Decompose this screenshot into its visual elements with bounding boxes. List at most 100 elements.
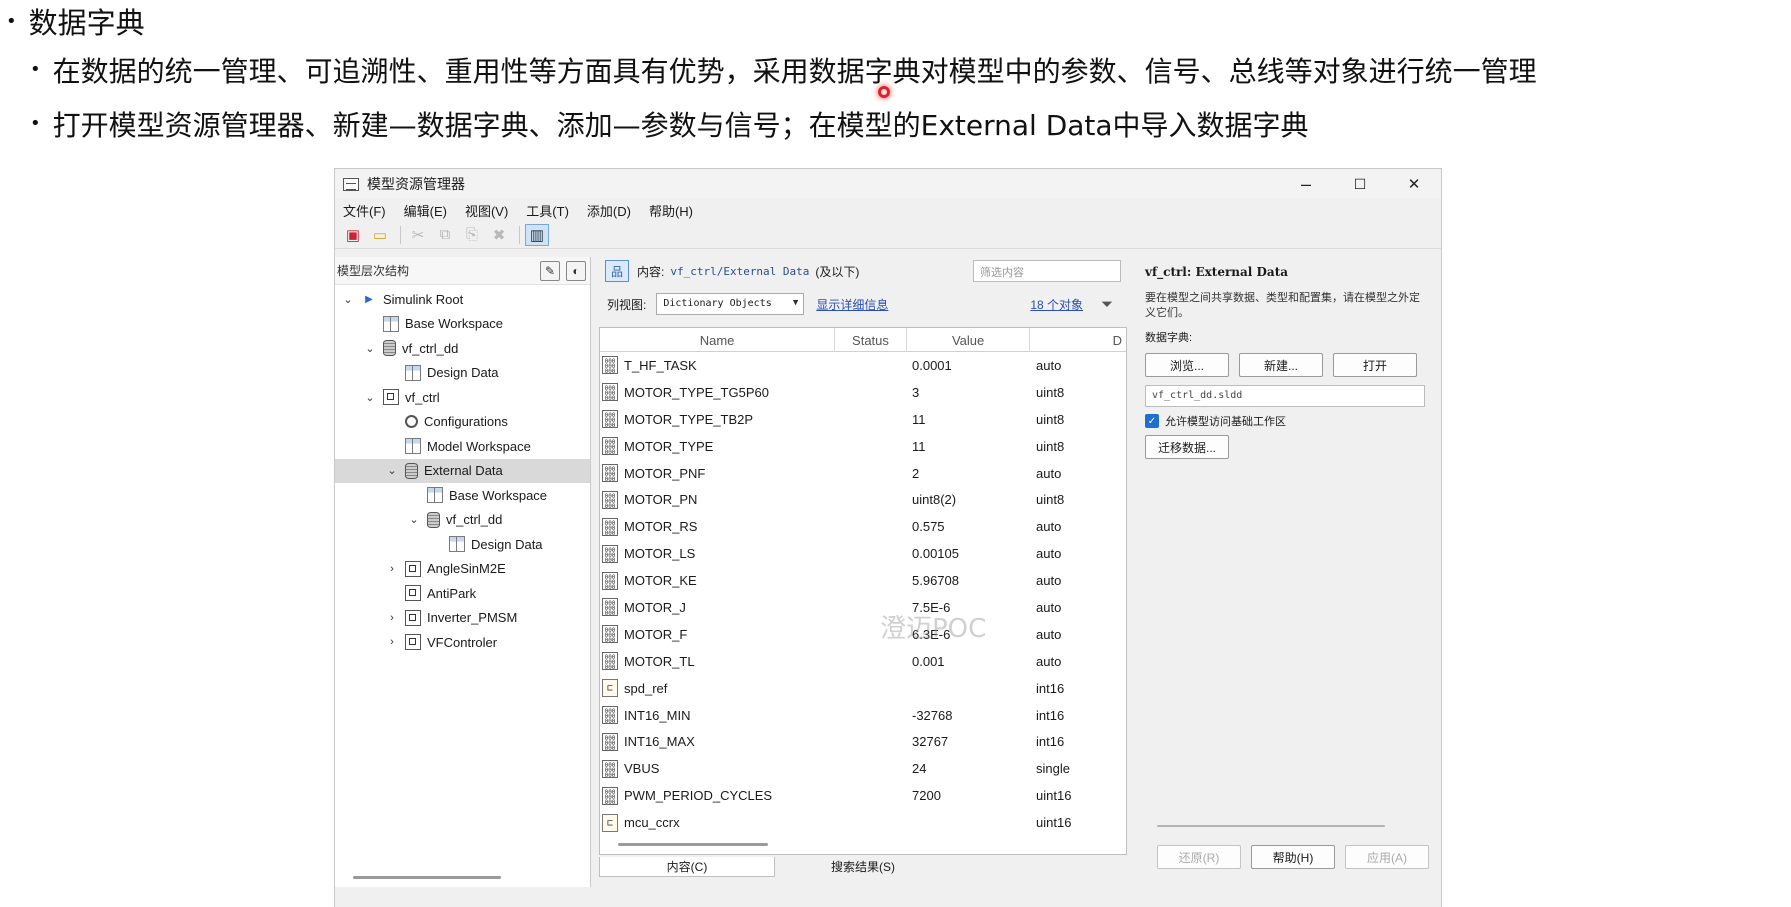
delete-icon[interactable]: ✖: [487, 224, 511, 246]
table-scrollbar[interactable]: [618, 843, 768, 846]
tree-item[interactable]: ⌄ vf_ctrl_dd: [407, 508, 502, 532]
tree-item[interactable]: ⌄ External Data: [335, 458, 590, 483]
table-row[interactable]: 000 000 000 T_HF_TASK 0.0001 auto: [600, 352, 1126, 379]
tree-item[interactable]: ⌄ vf_ctrl_dd: [363, 336, 458, 360]
cell-datatype[interactable]: auto: [1032, 654, 1126, 669]
hierarchy-icon[interactable]: 品: [605, 260, 629, 282]
maximize-button[interactable]: ☐: [1333, 169, 1387, 199]
paste-icon[interactable]: ⎘: [460, 224, 484, 246]
cell-value[interactable]: 2: [908, 466, 1032, 481]
cell-datatype[interactable]: uint8: [1032, 385, 1126, 400]
cell-datatype[interactable]: auto: [1032, 600, 1126, 615]
help-button[interactable]: 帮助(H): [1251, 845, 1335, 869]
tree-item[interactable]: ⌄ vf_ctrl: [363, 385, 440, 409]
table-row[interactable]: 000 000 000 INT16_MIN -32768 int16: [600, 702, 1126, 729]
copy-icon[interactable]: ⧉: [433, 224, 457, 246]
table-row[interactable]: 000 000 000 MOTOR_KE 5.96708 auto: [600, 567, 1126, 594]
cell-datatype[interactable]: auto: [1032, 358, 1126, 373]
cell-datatype[interactable]: auto: [1032, 466, 1126, 481]
new-model-icon[interactable]: ▣: [341, 224, 365, 246]
column-name[interactable]: Name: [600, 328, 836, 352]
cell-value[interactable]: 5.96708: [908, 573, 1032, 588]
table-row[interactable]: 000 000 000 MOTOR_TYPE 11 uint8: [600, 433, 1126, 460]
tree-item[interactable]: › VFControler: [385, 630, 497, 654]
cell-value[interactable]: 0.0001: [908, 358, 1032, 373]
cell-value[interactable]: 24: [908, 761, 1032, 776]
cell-value[interactable]: 11: [908, 412, 1032, 427]
tab-search-results[interactable]: 搜索结果(S): [775, 857, 951, 877]
table-row[interactable]: 000 000 000 MOTOR_F 6.3E-6 auto: [600, 621, 1126, 648]
table-row[interactable]: 000 000 000 MOTOR_J 7.5E-6 auto: [600, 594, 1126, 621]
new-dictionary-button[interactable]: 新建...: [1239, 353, 1323, 377]
cell-value[interactable]: 0.001: [908, 654, 1032, 669]
tree-item[interactable]: › AngleSinM2E: [385, 557, 506, 581]
column-view-select[interactable]: Dictionary Objects: [656, 293, 805, 315]
apply-button[interactable]: 应用(A): [1345, 845, 1429, 869]
dictionary-path-field[interactable]: vf_ctrl_dd.sldd: [1145, 385, 1425, 407]
cut-icon[interactable]: ✂: [406, 224, 430, 246]
table-row[interactable]: 000 000 000 INT16_MAX 32767 int16: [600, 728, 1126, 755]
table-row[interactable]: 000 000 000 MOTOR_RS 0.575 auto: [600, 513, 1126, 540]
table-row[interactable]: 000 000 000 MOTOR_PNF 2 auto: [600, 460, 1126, 487]
menu-help[interactable]: 帮助(H): [649, 201, 693, 220]
cell-datatype[interactable]: auto: [1032, 519, 1126, 534]
object-count-link[interactable]: 18 个对象: [1030, 296, 1083, 313]
table-row[interactable]: 000 000 000 PWM_PERIOD_CYCLES 7200 uint16: [600, 782, 1126, 809]
tree-item[interactable]: › Inverter_PMSM: [385, 606, 517, 630]
tree-item[interactable]: Base Workspace: [363, 312, 503, 336]
menu-add[interactable]: 添加(D): [587, 201, 631, 220]
cell-datatype[interactable]: auto: [1032, 627, 1126, 642]
cell-datatype[interactable]: auto: [1032, 546, 1126, 561]
cell-datatype[interactable]: uint8: [1032, 439, 1126, 454]
column-status[interactable]: Status: [835, 328, 907, 352]
chevron-down-icon[interactable]: ⌄: [363, 391, 377, 404]
edit-link-icon[interactable]: ✎: [540, 261, 560, 281]
chevron-down-icon[interactable]: ⌄: [407, 513, 421, 526]
cell-datatype[interactable]: uint16: [1032, 788, 1126, 803]
menu-file[interactable]: 文件(F): [343, 201, 386, 220]
chevron-right-icon[interactable]: ›: [385, 612, 399, 624]
revert-button[interactable]: 还原(R): [1157, 845, 1241, 869]
menu-view[interactable]: 视图(V): [465, 201, 508, 220]
cell-datatype[interactable]: uint8: [1032, 492, 1126, 507]
title-bar[interactable]: 模型资源管理器 – ☐ ✕: [335, 169, 1441, 199]
checkbox-checked-icon[interactable]: ✓: [1145, 414, 1159, 428]
browse-button[interactable]: 浏览...: [1145, 353, 1229, 377]
cell-datatype[interactable]: int16: [1032, 708, 1126, 723]
column-view-icon[interactable]: ▥: [525, 223, 549, 246]
chevron-down-icon[interactable]: ⌄: [341, 293, 355, 306]
chevron-down-icon[interactable]: ⌄: [385, 464, 399, 477]
cell-datatype[interactable]: int16: [1032, 681, 1126, 696]
column-datatype[interactable]: D: [1030, 328, 1126, 352]
show-hide-icon[interactable]: ◐: [566, 261, 586, 281]
table-row[interactable]: 000 000 000 VBUS 24 single: [600, 755, 1126, 782]
cell-value[interactable]: 3: [908, 385, 1032, 400]
cell-value[interactable]: 11: [908, 439, 1032, 454]
filter-input[interactable]: 筛选内容: [973, 260, 1121, 282]
table-row[interactable]: ⊏ mcu_ccrx uint16: [600, 809, 1126, 836]
tree-item[interactable]: Base Workspace: [407, 483, 547, 507]
cell-datatype[interactable]: auto: [1032, 573, 1126, 588]
table-row[interactable]: ⊏ spd_ref int16: [600, 675, 1126, 702]
close-button[interactable]: ✕: [1387, 169, 1441, 199]
properties-scrollbar[interactable]: [1157, 825, 1385, 827]
table-row[interactable]: 000 000 000 MOTOR_TYPE_TB2P 11 uint8: [600, 406, 1126, 433]
chevron-right-icon[interactable]: ›: [385, 563, 399, 575]
cell-value[interactable]: uint8(2): [908, 492, 1032, 507]
table-row[interactable]: 000 000 000 MOTOR_TYPE_TG5P60 3 uint8: [600, 379, 1126, 406]
tab-contents[interactable]: 内容(C): [599, 857, 775, 877]
migrate-data-button[interactable]: 迁移数据...: [1145, 435, 1229, 459]
tree-item[interactable]: Configurations: [385, 410, 508, 434]
cell-datatype[interactable]: uint16: [1032, 815, 1126, 830]
column-value[interactable]: Value: [907, 328, 1031, 352]
allow-base-workspace-row[interactable]: ✓ 允许模型访问基础工作区: [1145, 413, 1433, 429]
cell-value[interactable]: 0.00105: [908, 546, 1032, 561]
chevron-down-icon[interactable]: ⌄: [363, 342, 377, 355]
menu-edit[interactable]: 编辑(E): [404, 201, 447, 220]
show-details-link[interactable]: 显示详细信息: [816, 296, 888, 313]
cell-datatype[interactable]: single: [1032, 761, 1126, 776]
tree-item[interactable]: ⌄ Simulink Root: [341, 287, 463, 311]
cell-datatype[interactable]: int16: [1032, 734, 1126, 749]
chevron-right-icon[interactable]: ›: [385, 636, 399, 648]
cell-value[interactable]: -32768: [908, 708, 1032, 723]
